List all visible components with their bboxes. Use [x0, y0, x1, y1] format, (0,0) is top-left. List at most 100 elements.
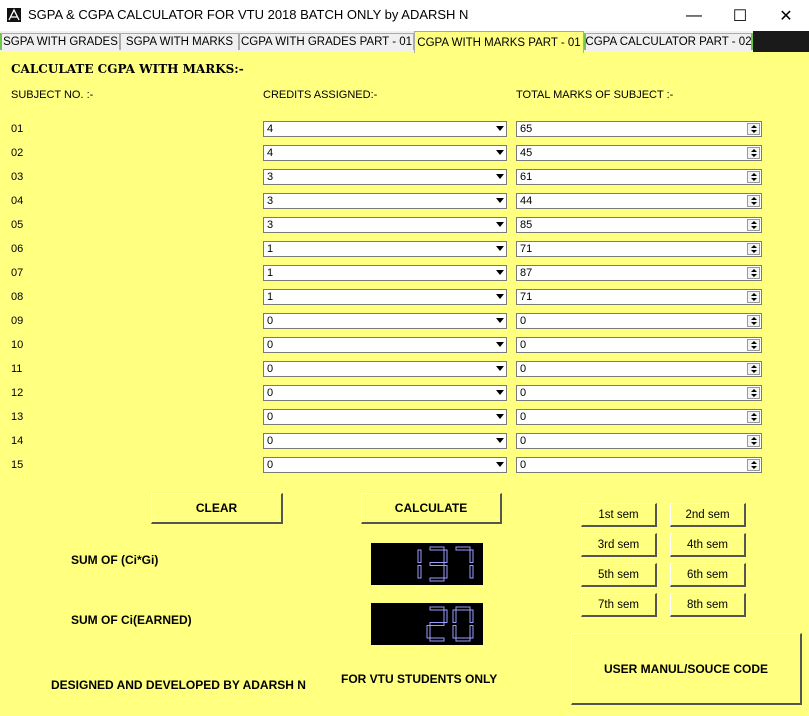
marks-spinbox[interactable]: 87 — [516, 265, 762, 281]
spin-up-icon[interactable] — [751, 269, 757, 272]
sem-2-button[interactable]: 2nd sem — [670, 503, 746, 527]
marks-spinbox[interactable]: 71 — [516, 289, 762, 305]
spin-buttons[interactable] — [747, 363, 760, 375]
sem-1-button[interactable]: 1st sem — [581, 503, 657, 527]
spin-down-icon[interactable] — [751, 370, 757, 373]
sem-8-button[interactable]: 8th sem — [670, 593, 746, 617]
spin-buttons[interactable] — [747, 459, 760, 471]
credit-dropdown[interactable]: 1 — [263, 241, 507, 257]
spin-down-icon[interactable] — [751, 178, 757, 181]
credit-dropdown[interactable]: 0 — [263, 457, 507, 473]
dropdown-arrow-icon[interactable] — [496, 318, 504, 323]
dropdown-arrow-icon[interactable] — [496, 174, 504, 179]
dropdown-arrow-icon[interactable] — [496, 198, 504, 203]
calculate-button[interactable]: CALCULATE — [361, 493, 502, 524]
sem-7-button[interactable]: 7th sem — [581, 593, 657, 617]
spin-up-icon[interactable] — [751, 437, 757, 440]
dropdown-arrow-icon[interactable] — [496, 390, 504, 395]
spin-up-icon[interactable] — [751, 341, 757, 344]
dropdown-arrow-icon[interactable] — [496, 270, 504, 275]
spin-up-icon[interactable] — [751, 197, 757, 200]
tab-cgpa-calculator-part-02[interactable]: CGPA CALCULATOR PART - 02 — [584, 33, 753, 50]
spin-up-icon[interactable] — [751, 149, 757, 152]
clear-button[interactable]: CLEAR — [151, 493, 283, 524]
dropdown-arrow-icon[interactable] — [496, 126, 504, 131]
marks-spinbox[interactable]: 85 — [516, 217, 762, 233]
credit-dropdown[interactable]: 1 — [263, 289, 507, 305]
marks-spinbox[interactable]: 65 — [516, 121, 762, 137]
credit-dropdown[interactable]: 1 — [263, 265, 507, 281]
spin-buttons[interactable] — [747, 123, 760, 135]
sem-5-button[interactable]: 5th sem — [581, 563, 657, 587]
spin-down-icon[interactable] — [751, 154, 757, 157]
dropdown-arrow-icon[interactable] — [496, 414, 504, 419]
dropdown-arrow-icon[interactable] — [496, 222, 504, 227]
user-manual-button[interactable]: USER MANUL/SOUCE CODE — [571, 633, 802, 705]
spin-down-icon[interactable] — [751, 274, 757, 277]
credit-dropdown[interactable]: 0 — [263, 313, 507, 329]
spin-buttons[interactable] — [747, 411, 760, 423]
tab-cgpa-with-grades-part-01[interactable]: CGPA WITH GRADES PART - 01 — [239, 33, 414, 50]
spin-buttons[interactable] — [747, 315, 760, 327]
credit-dropdown[interactable]: 0 — [263, 385, 507, 401]
credit-dropdown[interactable]: 0 — [263, 337, 507, 353]
credit-dropdown[interactable]: 0 — [263, 409, 507, 425]
spin-up-icon[interactable] — [751, 245, 757, 248]
spin-buttons[interactable] — [747, 171, 760, 183]
sem-6-button[interactable]: 6th sem — [670, 563, 746, 587]
spin-buttons[interactable] — [747, 339, 760, 351]
dropdown-arrow-icon[interactable] — [496, 342, 504, 347]
spin-buttons[interactable] — [747, 387, 760, 399]
spin-down-icon[interactable] — [751, 226, 757, 229]
credit-dropdown[interactable]: 3 — [263, 169, 507, 185]
marks-spinbox[interactable]: 0 — [516, 433, 762, 449]
tab-sgpa-with-marks[interactable]: SGPA WITH MARKS — [120, 33, 239, 50]
marks-spinbox[interactable]: 0 — [516, 409, 762, 425]
marks-spinbox[interactable]: 61 — [516, 169, 762, 185]
spin-down-icon[interactable] — [751, 298, 757, 301]
spin-down-icon[interactable] — [751, 466, 757, 469]
marks-spinbox[interactable]: 0 — [516, 313, 762, 329]
marks-spinbox[interactable]: 0 — [516, 337, 762, 353]
spin-down-icon[interactable] — [751, 346, 757, 349]
dropdown-arrow-icon[interactable] — [496, 150, 504, 155]
credit-dropdown[interactable]: 0 — [263, 361, 507, 377]
spin-buttons[interactable] — [747, 291, 760, 303]
spin-buttons[interactable] — [747, 147, 760, 159]
spin-up-icon[interactable] — [751, 389, 757, 392]
spin-buttons[interactable] — [747, 219, 760, 231]
spin-up-icon[interactable] — [751, 221, 757, 224]
spin-buttons[interactable] — [747, 243, 760, 255]
dropdown-arrow-icon[interactable] — [496, 246, 504, 251]
sem-3-button[interactable]: 3rd sem — [581, 533, 657, 557]
credit-dropdown[interactable]: 4 — [263, 145, 507, 161]
close-button[interactable]: ✕ — [763, 0, 809, 31]
spin-down-icon[interactable] — [751, 130, 757, 133]
spin-down-icon[interactable] — [751, 322, 757, 325]
spin-up-icon[interactable] — [751, 365, 757, 368]
credit-dropdown[interactable]: 3 — [263, 217, 507, 233]
marks-spinbox[interactable]: 0 — [516, 361, 762, 377]
spin-down-icon[interactable] — [751, 442, 757, 445]
credit-dropdown[interactable]: 4 — [263, 121, 507, 137]
spin-buttons[interactable] — [747, 435, 760, 447]
spin-up-icon[interactable] — [751, 293, 757, 296]
spin-down-icon[interactable] — [751, 250, 757, 253]
spin-down-icon[interactable] — [751, 202, 757, 205]
marks-spinbox[interactable]: 0 — [516, 457, 762, 473]
spin-down-icon[interactable] — [751, 394, 757, 397]
spin-up-icon[interactable] — [751, 413, 757, 416]
dropdown-arrow-icon[interactable] — [496, 438, 504, 443]
dropdown-arrow-icon[interactable] — [496, 462, 504, 467]
spin-down-icon[interactable] — [751, 418, 757, 421]
spin-buttons[interactable] — [747, 267, 760, 279]
tab-sgpa-with-grades[interactable]: SGPA WITH GRADES — [0, 33, 120, 50]
dropdown-arrow-icon[interactable] — [496, 294, 504, 299]
tab-cgpa-with-marks-part-01[interactable]: CGPA WITH MARKS PART - 01 — [414, 31, 584, 53]
spin-up-icon[interactable] — [751, 461, 757, 464]
marks-spinbox[interactable]: 44 — [516, 193, 762, 209]
maximize-button[interactable]: ☐ — [717, 0, 763, 31]
marks-spinbox[interactable]: 45 — [516, 145, 762, 161]
credit-dropdown[interactable]: 0 — [263, 433, 507, 449]
marks-spinbox[interactable]: 71 — [516, 241, 762, 257]
